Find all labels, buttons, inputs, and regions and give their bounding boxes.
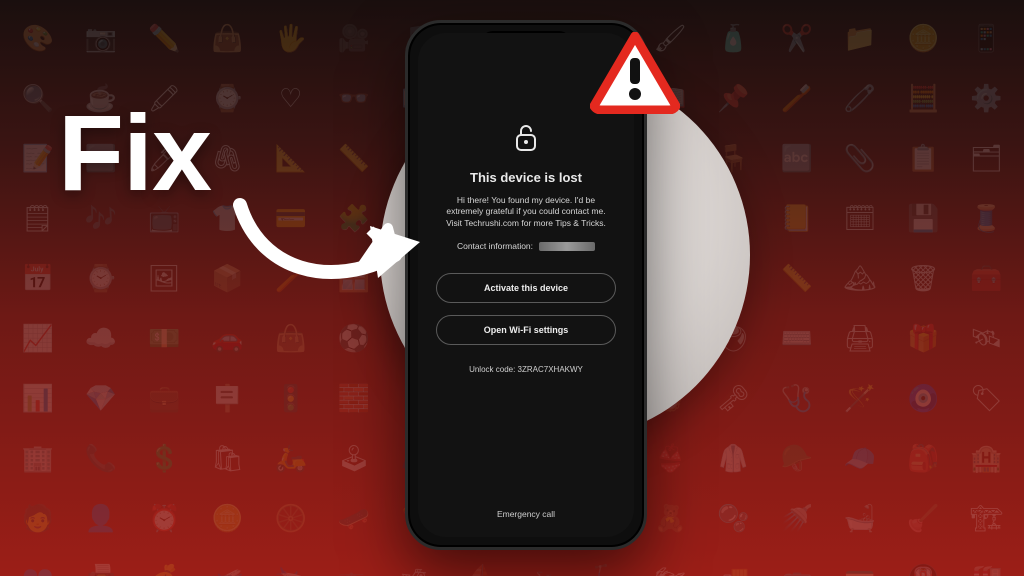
contact-value-redacted <box>539 242 595 251</box>
contact-info-row: Contact information: <box>457 241 595 251</box>
thumbnail-canvas: 🎨📷✏️👜🖐🎥🎵💄🔑📎🖌🧴✂️📁🪙📱 🔍☕🖍⌚♡👓✉️💡🔒🔔📖📌🪥🧷🧮⚙️ 📝🔤… <box>0 0 1024 576</box>
activate-device-button[interactable]: Activate this device <box>436 273 616 303</box>
unlock-icon <box>513 123 539 158</box>
arrow-icon <box>220 180 440 300</box>
open-wifi-settings-label: Open Wi-Fi settings <box>484 325 568 335</box>
unlock-code-text: Unlock code: 3ZRAC7XHAKWY <box>469 365 583 374</box>
emergency-call-label: Emergency call <box>497 509 555 519</box>
lost-title: This device is lost <box>470 170 582 185</box>
emergency-call-link[interactable]: Emergency call <box>497 509 555 523</box>
activate-device-label: Activate this device <box>484 283 568 293</box>
lost-message: Hi there! You found my device. I'd be ex… <box>436 195 616 229</box>
open-wifi-settings-button[interactable]: Open Wi-Fi settings <box>436 315 616 345</box>
fix-heading: Fix <box>58 90 211 215</box>
contact-label: Contact information: <box>457 241 533 251</box>
warning-icon <box>590 32 680 114</box>
